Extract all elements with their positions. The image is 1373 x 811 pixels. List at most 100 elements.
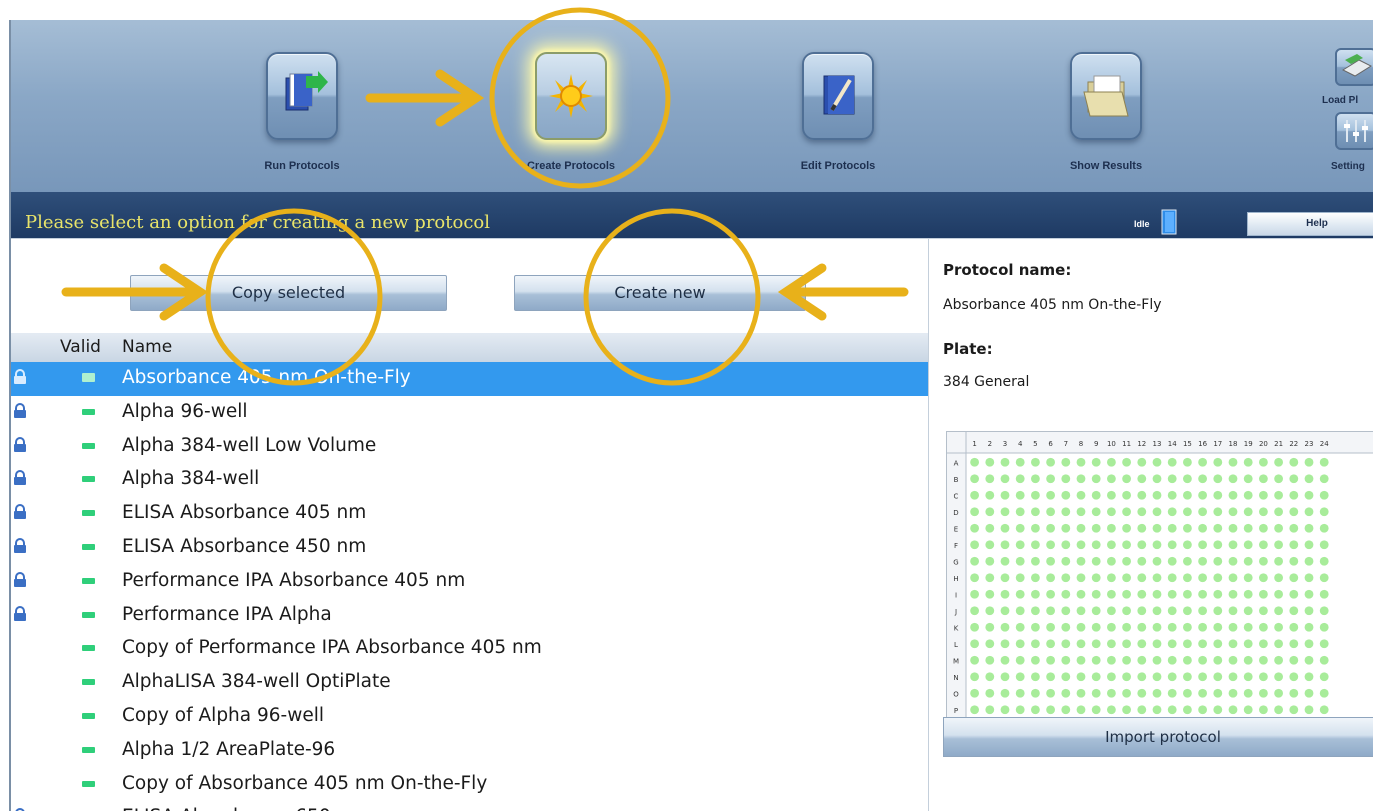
plate-well bbox=[985, 540, 995, 550]
edit-protocols-button[interactable]: Edit Protocols bbox=[788, 52, 888, 202]
import-protocol-button[interactable]: Import protocol bbox=[943, 717, 1373, 757]
plate-well bbox=[1213, 490, 1223, 500]
plate-well bbox=[1274, 474, 1283, 484]
plate-well bbox=[1228, 622, 1238, 632]
table-row[interactable]: Copy of Alpha 96-well bbox=[11, 700, 928, 734]
plate-well bbox=[1091, 639, 1101, 649]
copy-selected-button[interactable]: Copy selected bbox=[130, 275, 447, 311]
plate-well bbox=[1243, 523, 1253, 533]
table-row[interactable]: Alpha 1/2 AreaPlate-96 bbox=[11, 734, 928, 768]
plate-well bbox=[1213, 507, 1223, 517]
plate-well bbox=[1167, 490, 1177, 500]
plate-well bbox=[1122, 655, 1131, 665]
plate-well bbox=[1289, 705, 1299, 715]
plate-well bbox=[1213, 672, 1223, 682]
help-button[interactable]: Help bbox=[1247, 212, 1373, 236]
plate-well bbox=[1152, 705, 1162, 715]
plate-well bbox=[1289, 589, 1299, 599]
name-column-header[interactable]: Name bbox=[122, 337, 172, 357]
plate-well bbox=[970, 688, 979, 698]
table-row[interactable]: Performance IPA Absorbance 405 nm bbox=[11, 565, 928, 599]
plate-well bbox=[1274, 507, 1283, 517]
table-row[interactable]: ELISA Absorbance 405 nm bbox=[11, 497, 928, 531]
protocol-name: Copy of Absorbance 405 nm On-the-Fly bbox=[122, 772, 488, 794]
plate-well bbox=[1015, 589, 1025, 599]
valid-column-header[interactable]: Valid bbox=[60, 337, 101, 357]
plate-well bbox=[1000, 705, 1010, 715]
plate-well bbox=[1289, 523, 1299, 533]
plate-well bbox=[1137, 474, 1147, 484]
plate-row-label: P bbox=[954, 707, 958, 715]
plate-well bbox=[1137, 589, 1147, 599]
plate-well bbox=[1152, 540, 1162, 550]
plate-well bbox=[1107, 457, 1116, 467]
plate-well bbox=[1198, 556, 1207, 566]
table-row[interactable]: Alpha 384-well bbox=[11, 463, 928, 497]
plate-well bbox=[1243, 622, 1253, 632]
plate-well bbox=[1107, 523, 1116, 533]
plate-well bbox=[1274, 672, 1283, 682]
table-row[interactable]: ELISA Absorbance 450 nm bbox=[11, 531, 928, 565]
plate-well bbox=[1304, 540, 1314, 550]
create-protocols-button[interactable]: Create Protocols bbox=[521, 52, 621, 202]
plate-well bbox=[1274, 540, 1283, 550]
plate-well bbox=[1091, 507, 1101, 517]
plate-well bbox=[1259, 622, 1268, 632]
plate-well bbox=[1289, 688, 1299, 698]
load-plate-button[interactable] bbox=[1335, 48, 1373, 86]
valid-indicator bbox=[82, 712, 95, 719]
plate-well bbox=[1076, 672, 1086, 682]
table-row[interactable]: Alpha 384-well Low Volume bbox=[11, 430, 928, 464]
plate-well bbox=[1000, 622, 1010, 632]
plate-well bbox=[1198, 507, 1207, 517]
table-row[interactable]: AlphaLISA 384-well OptiPlate bbox=[11, 666, 928, 700]
plate-well bbox=[1319, 688, 1329, 698]
run-protocols-button[interactable]: Run Protocols bbox=[252, 52, 352, 202]
table-row[interactable]: Copy of Performance IPA Absorbance 405 n… bbox=[11, 632, 928, 666]
plate-well bbox=[970, 705, 979, 715]
plate-well bbox=[1061, 457, 1071, 467]
table-row[interactable]: Alpha 96-well bbox=[11, 396, 928, 430]
plate-well bbox=[1061, 705, 1071, 715]
create-new-button[interactable]: Create new bbox=[514, 275, 806, 311]
plate-well bbox=[1152, 457, 1162, 467]
plate-well bbox=[1304, 688, 1314, 698]
lock-icon bbox=[14, 369, 26, 384]
table-row[interactable]: Absorbance 405 nm On-the-Fly bbox=[11, 362, 928, 396]
plate-well bbox=[1031, 556, 1040, 566]
status-book-icon bbox=[1161, 209, 1177, 235]
plate-well bbox=[1076, 490, 1086, 500]
protocol-name-label: Protocol name: bbox=[943, 261, 1072, 279]
plate-well bbox=[1167, 589, 1177, 599]
plate-well bbox=[1076, 705, 1086, 715]
plate-well bbox=[1152, 672, 1162, 682]
plate-well bbox=[1228, 655, 1238, 665]
plate-well bbox=[1243, 672, 1253, 682]
table-row[interactable]: Performance IPA Alpha bbox=[11, 599, 928, 633]
plate-well bbox=[1167, 672, 1177, 682]
plate-icon bbox=[1341, 54, 1373, 77]
protocol-name: Copy of Alpha 96-well bbox=[122, 704, 325, 726]
settings-button[interactable] bbox=[1335, 112, 1373, 150]
plate-row-label: N bbox=[953, 674, 958, 682]
plate-well bbox=[1289, 606, 1299, 616]
plate-well bbox=[985, 490, 995, 500]
plate-well bbox=[1122, 523, 1131, 533]
plate-well bbox=[1274, 556, 1283, 566]
show-results-button[interactable]: Show Results bbox=[1056, 52, 1156, 202]
create-protocols-label: Create Protocols bbox=[526, 160, 616, 172]
plate-well bbox=[1061, 573, 1071, 583]
protocol-name: AlphaLISA 384-well OptiPlate bbox=[122, 671, 391, 693]
table-row[interactable]: ELISA Absorbance 650 nm bbox=[11, 801, 928, 811]
plate-well bbox=[1243, 688, 1253, 698]
plate-well bbox=[1046, 672, 1055, 682]
plate-well bbox=[1000, 490, 1010, 500]
plate-well bbox=[1046, 523, 1055, 533]
plate-well bbox=[1107, 540, 1116, 550]
plate-well bbox=[1319, 622, 1329, 632]
plate-well bbox=[1031, 655, 1040, 665]
plate-well bbox=[1137, 523, 1147, 533]
plate-well bbox=[1091, 672, 1101, 682]
table-row[interactable]: Copy of Absorbance 405 nm On-the-Fly bbox=[11, 768, 928, 802]
plate-well bbox=[1046, 622, 1055, 632]
